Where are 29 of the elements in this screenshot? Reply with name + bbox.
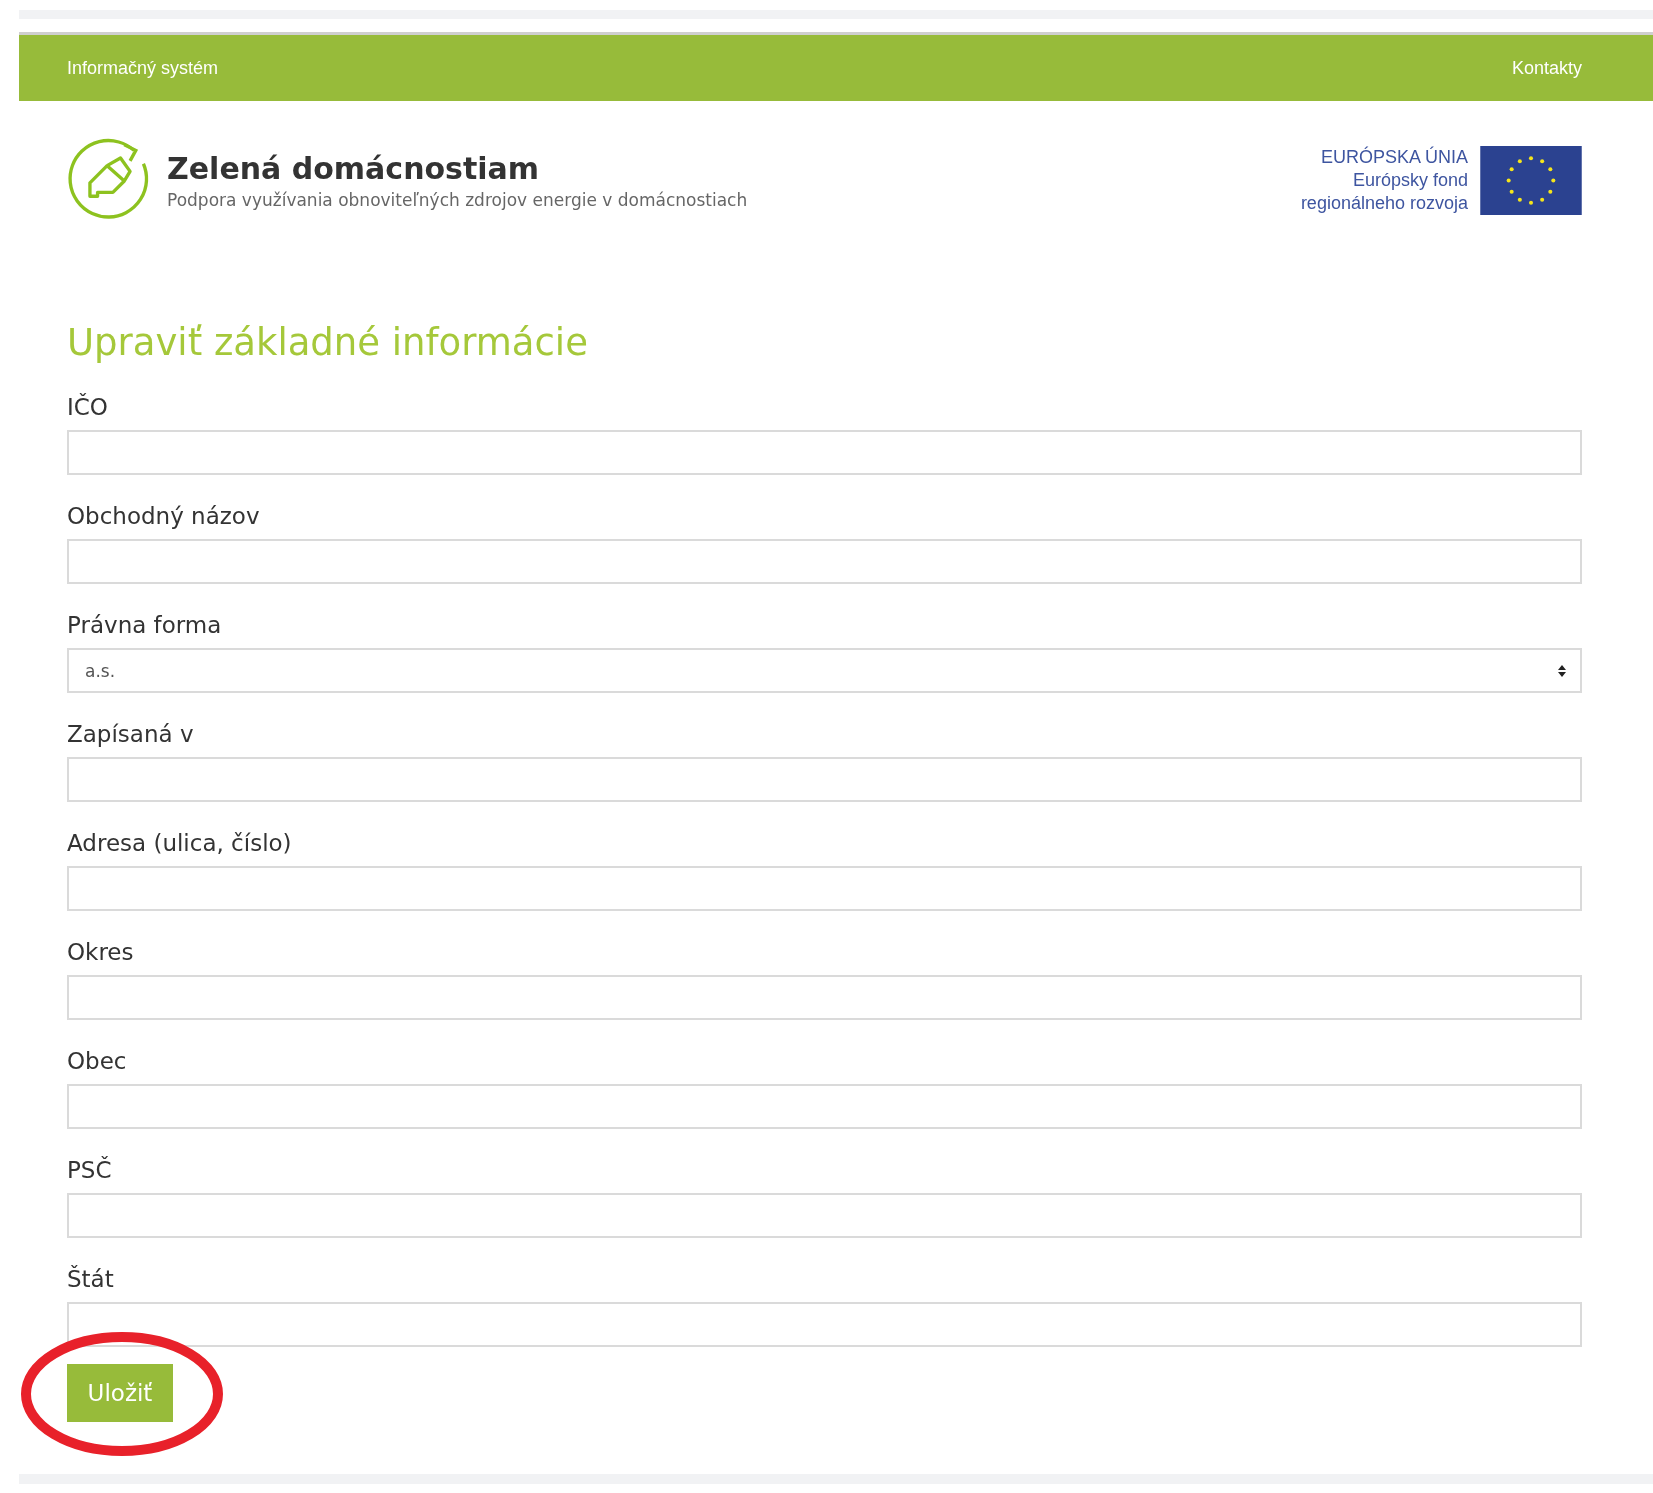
page-heading: Upraviť základné informácie [67,321,589,364]
field-label: Právna forma [67,611,223,640]
input-field[interactable] [67,757,1582,802]
field-label: Obchodný názov [67,502,261,531]
eu-logo-text: EURÓPSKA ÚNIA [1319,145,1468,169]
input-field[interactable] [67,539,1582,584]
input-field[interactable] [67,866,1582,911]
eu-flag-icon [1480,145,1582,215]
select-field[interactable]: a.s. [67,648,1582,693]
eu-logo-text: Európsky fond [1351,168,1468,192]
field-label: Obec [67,1047,128,1076]
field-label: Adresa (ulica, číslo) [67,829,293,858]
input-field[interactable] [67,1084,1582,1129]
input-field[interactable] [67,975,1582,1020]
field-label: PSČ [67,1155,113,1185]
field-label: Okres [67,938,135,967]
input-field[interactable] [67,1302,1582,1347]
input-field[interactable] [67,1193,1582,1238]
contacts-link[interactable]: Kontakty [1511,57,1582,79]
site-subtitle: Podpora využívania obnoviteľných zdrojov energie v domácnostiach [167,189,748,210]
save-button[interactable]: Uložiť [67,1364,173,1422]
site-title: Zelená domácnostiam [167,150,541,186]
field-label: Štát [67,1264,115,1294]
sort-arrows-icon [1558,664,1566,677]
field-label: Zapísaná v [67,720,195,749]
eu-logo-text: regionálneho rozvoja [1300,191,1468,215]
field-label: IČO [67,392,109,422]
input-field[interactable] [67,430,1582,475]
system-link[interactable]: Informačný systém [67,57,219,79]
